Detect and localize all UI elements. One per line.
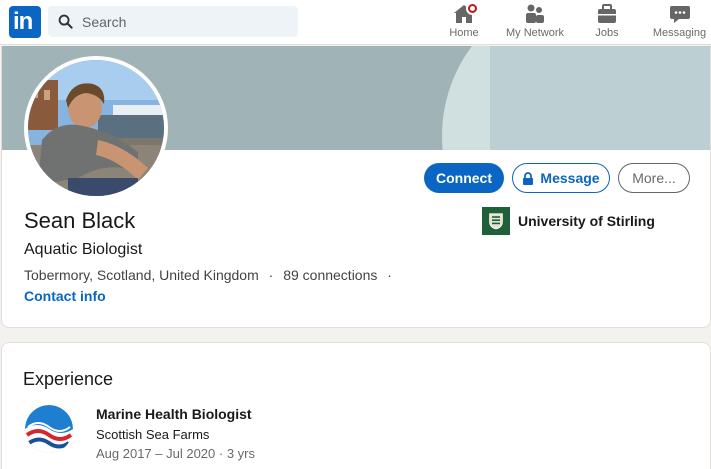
experience-heading: Experience — [23, 369, 114, 389]
nav-my-network-label: My Network — [505, 27, 565, 39]
separator-dot: · — [268, 267, 274, 283]
location-row: Tobermory, Scotland, United Kingdom · 89… — [24, 267, 398, 283]
experience-dates: Aug 2017 – Jul 2020 · 3 yrs — [96, 446, 255, 461]
search-input[interactable] — [82, 6, 292, 37]
nav-home[interactable]: Home — [444, 0, 484, 45]
briefcase-icon — [595, 2, 619, 26]
linkedin-logo[interactable]: in — [9, 6, 41, 38]
profile-name: Sean Black — [24, 208, 136, 233]
education-link[interactable]: University of Stirling — [482, 207, 655, 235]
nav-messaging-label: Messaging — [652, 27, 707, 39]
message-button[interactable]: Message — [512, 163, 610, 193]
experience-section: Experience Marine Health Biologist Scott… — [1, 342, 711, 469]
more-button[interactable]: More... — [618, 163, 690, 193]
nav-home-label: Home — [449, 27, 479, 39]
more-button-label: More... — [632, 170, 676, 186]
profile-card: Connect Message More... University of St… — [1, 46, 711, 328]
connections-count[interactable]: 89 connections — [283, 267, 377, 283]
nav-jobs-label: Jobs — [595, 27, 619, 39]
banner-shape — [490, 46, 710, 150]
connect-button-label: Connect — [436, 170, 492, 186]
profile-location: Tobermory, Scotland, United Kingdom — [24, 267, 259, 283]
nav-jobs[interactable]: Jobs — [587, 0, 627, 45]
home-icon — [452, 2, 479, 26]
experience-company: Scottish Sea Farms — [96, 427, 210, 442]
profile-photo[interactable] — [24, 56, 168, 200]
contact-info-link[interactable]: Contact info — [24, 288, 106, 304]
logo-text: in — [13, 8, 33, 35]
messaging-icon — [668, 2, 692, 26]
search-icon — [58, 14, 73, 29]
nav-my-network[interactable]: My Network — [500, 0, 570, 45]
lock-icon — [523, 171, 534, 185]
university-crest-icon — [482, 207, 510, 235]
network-icon — [523, 2, 547, 26]
nav-messaging[interactable]: Messaging — [648, 0, 711, 45]
separator-dot: · — [387, 267, 392, 283]
notification-badge — [466, 2, 479, 15]
message-button-label: Message — [540, 170, 600, 186]
experience-role: Marine Health Biologist — [96, 406, 252, 422]
top-nav-bar: in Home My Network — [0, 0, 711, 45]
connect-button[interactable]: Connect — [424, 163, 504, 193]
profile-headline: Aquatic Biologist — [24, 241, 143, 258]
search-box[interactable] — [48, 6, 298, 37]
university-name: University of Stirling — [518, 213, 655, 229]
company-logo[interactable] — [25, 405, 73, 453]
